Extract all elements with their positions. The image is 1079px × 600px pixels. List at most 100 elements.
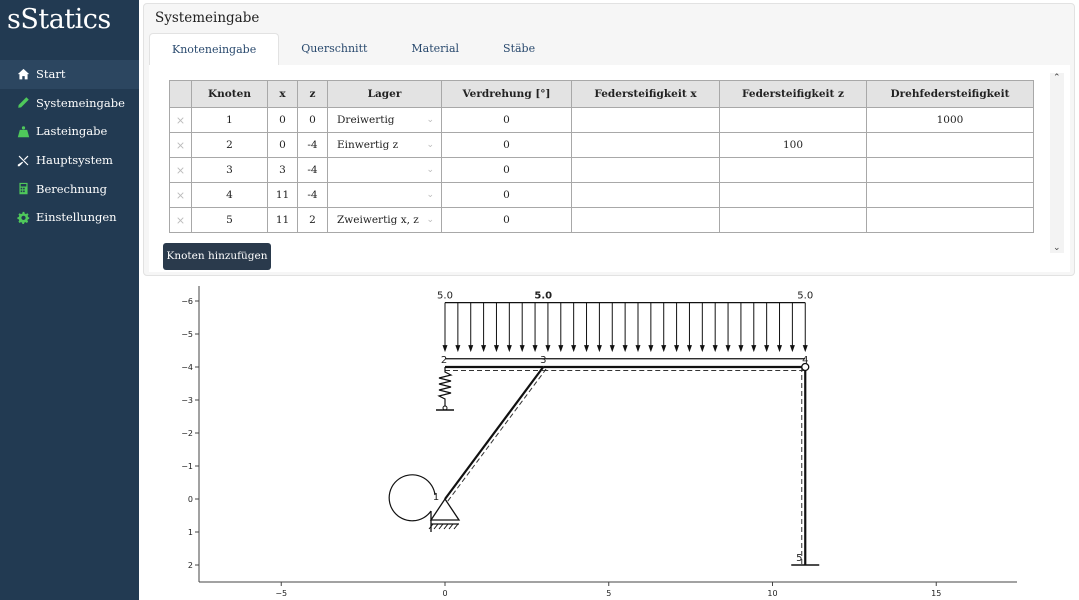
- add-node-button[interactable]: Knoten hinzufügen: [163, 243, 271, 270]
- gear-icon: [17, 211, 30, 224]
- cell-fx[interactable]: [571, 182, 720, 208]
- load-arrow-head: [584, 345, 590, 353]
- sidebar-item-label: Berechnung: [36, 181, 107, 196]
- scroll-up-icon[interactable]: ⌃: [1053, 73, 1061, 83]
- support-hatch: [453, 523, 459, 530]
- lager-select-box[interactable]: ⌄: [328, 190, 441, 200]
- cell-x[interactable]: 11: [267, 207, 298, 233]
- sidebar-item-lasteingabe[interactable]: Lasteingabe: [0, 117, 139, 146]
- weight-icon: [17, 125, 30, 138]
- cell-drehfeder[interactable]: [866, 182, 1034, 208]
- support-hatch: [443, 523, 449, 530]
- cell-knoten[interactable]: 4: [191, 182, 268, 208]
- z-tick-label: −1: [181, 462, 193, 471]
- column-header-lager: Lager: [327, 80, 442, 108]
- cell-fz[interactable]: [719, 182, 867, 208]
- table-header-row: Knoten x z Lager Verdrehung [°] Federste…: [169, 80, 1034, 108]
- cell-x[interactable]: 0: [267, 132, 298, 158]
- table-row: × 3 3 -4 ⌄ 0: [169, 157, 1034, 183]
- sidebar-item-systemeingabe[interactable]: Systemeingabe: [0, 89, 139, 118]
- cell-drehfeder[interactable]: [866, 132, 1034, 158]
- node-label: 2: [441, 355, 447, 366]
- x-tick-label: −5: [275, 589, 287, 598]
- cell-z[interactable]: -4: [297, 157, 328, 183]
- tab-staebe[interactable]: Stäbe: [481, 33, 557, 65]
- system-plot-canvas: −6 −5 −4 −3 −2 −1 0 1 2 −5 0 5 10 15 5.0 5.0 5.0 1 2 3 4 5: [181, 286, 1017, 598]
- load-arrow-head: [686, 345, 692, 353]
- cell-drehfeder[interactable]: 1000: [866, 107, 1034, 133]
- cell-drehfeder[interactable]: [866, 157, 1034, 183]
- sidebar: sStatics Start Systemeingabe Lasteingabe…: [0, 0, 139, 600]
- z-tick-label: −5: [181, 330, 193, 339]
- tab-knoteneingabe[interactable]: Knoteneingabe: [149, 33, 280, 65]
- cell-knoten[interactable]: 1: [191, 107, 268, 133]
- lager-select[interactable]: ⌄: [327, 182, 442, 208]
- x-tick-label: 0: [442, 589, 447, 598]
- z-tick-label: 0: [188, 495, 193, 504]
- column-header-z: z: [297, 80, 328, 108]
- sidebar-item-start[interactable]: Start: [0, 60, 139, 89]
- z-tick-label: −3: [181, 396, 193, 405]
- lager-select[interactable]: ⌄: [327, 157, 442, 183]
- tab-bar: Knoteneingabe Querschnitt Material Stäbe: [149, 33, 557, 65]
- delete-row-button[interactable]: ×: [169, 107, 192, 133]
- lager-select-box[interactable]: Einwertig z ⌄: [328, 139, 441, 151]
- cell-fx[interactable]: [571, 207, 720, 233]
- lager-select-box[interactable]: Zweiwertig x, z ⌄: [328, 214, 441, 226]
- tab-querschnitt[interactable]: Querschnitt: [279, 33, 389, 65]
- cell-fz[interactable]: [719, 157, 867, 183]
- load-arrow-head: [455, 345, 461, 353]
- cell-verdrehung[interactable]: 0: [441, 107, 572, 133]
- cell-z[interactable]: 0: [297, 107, 328, 133]
- cell-z[interactable]: -4: [297, 182, 328, 208]
- cell-knoten[interactable]: 3: [191, 157, 268, 183]
- sidebar-item-label: Lasteingabe: [36, 124, 108, 139]
- load-arrow-head: [712, 345, 718, 353]
- sidebar-item-label: Start: [36, 67, 66, 82]
- load-arrow-head: [648, 345, 654, 353]
- cell-drehfeder[interactable]: [866, 207, 1034, 233]
- lager-select[interactable]: Zweiwertig x, z ⌄: [327, 207, 442, 233]
- delete-row-button[interactable]: ×: [169, 132, 192, 158]
- tools-icon: [17, 154, 30, 167]
- load-arrow-head: [764, 345, 770, 353]
- chevron-down-icon: ⌄: [426, 165, 434, 175]
- cell-fz[interactable]: [719, 207, 867, 233]
- cell-fz[interactable]: 100: [719, 132, 867, 158]
- load-arrow-head: [609, 345, 615, 353]
- sidebar-item-berechnung[interactable]: Berechnung: [0, 174, 139, 203]
- cell-fz[interactable]: [719, 107, 867, 133]
- delete-row-button[interactable]: ×: [169, 182, 192, 208]
- cell-x[interactable]: 3: [267, 157, 298, 183]
- sidebar-item-hauptsystem[interactable]: Hauptsystem: [0, 146, 139, 175]
- cell-x[interactable]: 0: [267, 107, 298, 133]
- sidebar-item-einstellungen[interactable]: Einstellungen: [0, 203, 139, 232]
- cell-verdrehung[interactable]: 0: [441, 182, 572, 208]
- cell-z[interactable]: -4: [297, 132, 328, 158]
- delete-row-button[interactable]: ×: [169, 157, 192, 183]
- cell-verdrehung[interactable]: 0: [441, 157, 572, 183]
- cell-fx[interactable]: [571, 157, 720, 183]
- cell-x[interactable]: 11: [267, 182, 298, 208]
- lager-select-box[interactable]: ⌄: [328, 165, 441, 175]
- pencil-icon: [17, 96, 30, 109]
- cell-fx[interactable]: [571, 132, 720, 158]
- tab-material[interactable]: Material: [389, 33, 481, 65]
- cell-fx[interactable]: [571, 107, 720, 133]
- node-label: 4: [802, 355, 808, 366]
- z-tick-label: −6: [181, 297, 193, 306]
- load-arrow-head: [751, 345, 757, 353]
- table-scrollbar[interactable]: ⌃ ⌄: [1050, 73, 1064, 253]
- cell-verdrehung[interactable]: 0: [441, 132, 572, 158]
- cell-knoten[interactable]: 2: [191, 132, 268, 158]
- cell-verdrehung[interactable]: 0: [441, 207, 572, 233]
- lager-select[interactable]: Dreiwertig ⌄: [327, 107, 442, 133]
- scroll-down-icon[interactable]: ⌄: [1053, 243, 1061, 253]
- lager-select-box[interactable]: Dreiwertig ⌄: [328, 114, 441, 126]
- cell-knoten[interactable]: 5: [191, 207, 268, 233]
- load-arrow-head: [442, 345, 448, 353]
- delete-row-button[interactable]: ×: [169, 207, 192, 233]
- cell-z[interactable]: 2: [297, 207, 328, 233]
- column-header-federsteifigkeit-x: Federsteifigkeit x: [571, 80, 720, 108]
- lager-select[interactable]: Einwertig z ⌄: [327, 132, 442, 158]
